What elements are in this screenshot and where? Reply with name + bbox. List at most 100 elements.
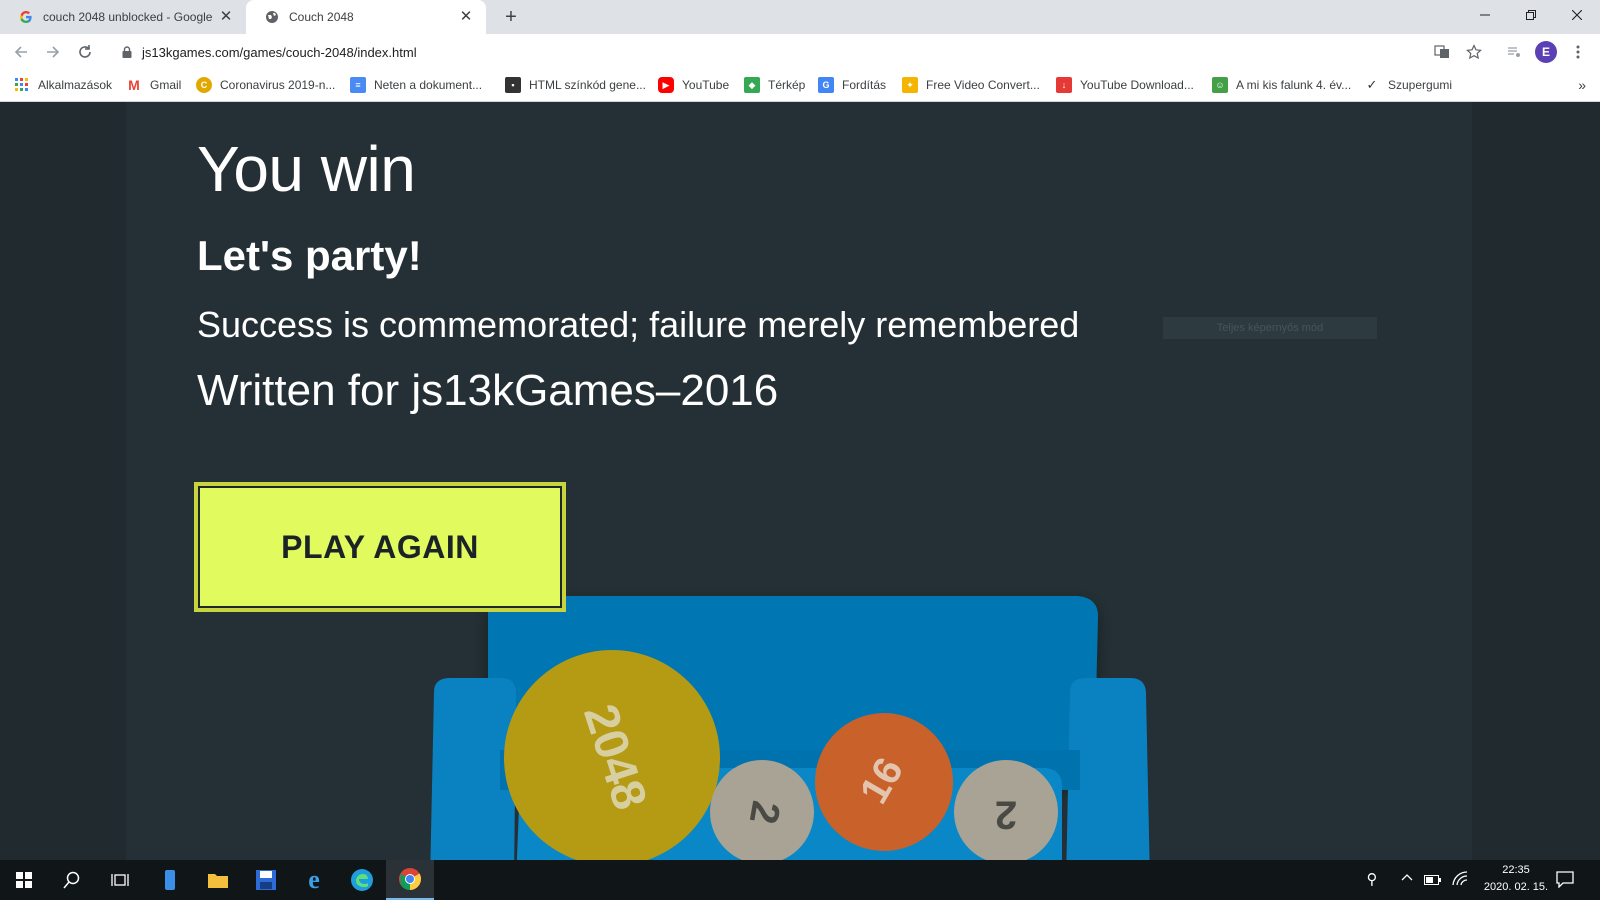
bookmark-label: Neten a dokument... <box>374 78 483 92</box>
profile-button[interactable]: E <box>1534 40 1558 64</box>
arrow-right-icon <box>47 46 60 58</box>
clock-time: 22:35 <box>1502 864 1530 876</box>
action-center-button[interactable] <box>1556 870 1580 890</box>
browser-menu-button[interactable] <box>1566 40 1590 64</box>
check-icon: ✓ <box>1366 77 1378 92</box>
credit-line: Written for js13kGames–2016 <box>197 366 779 415</box>
taskbar-app-ie[interactable]: e <box>290 860 338 900</box>
more-bookmarks-icon[interactable]: » <box>1578 77 1586 93</box>
minimize-icon <box>1480 14 1490 16</box>
ball-16: 16 <box>815 713 953 851</box>
clock-date: 2020. 02. 15. <box>1483 881 1549 893</box>
browser-toolbar: js13kgames.com/games/couch-2048/index.ht… <box>0 34 1600 70</box>
youtube-icon: ▶ <box>658 77 674 93</box>
phone-icon <box>165 870 175 890</box>
tab-title: couch 2048 unblocked - Google <box>43 10 213 24</box>
bookmark-label: Alkalmazások <box>38 78 113 92</box>
tab-couch-2048[interactable]: Couch 2048 ✕ <box>246 0 486 34</box>
notification-icon <box>1556 871 1574 889</box>
restore-window-button[interactable] <box>1508 0 1554 30</box>
ball-2: 2 <box>710 760 814 860</box>
task-view-icon <box>111 874 129 886</box>
bookmark-village[interactable]: ☺ A mi kis falunk 4. év... <box>1212 77 1351 93</box>
taskbar-app-edge[interactable] <box>338 860 386 900</box>
bookmark-label: A mi kis falunk 4. év... <box>1236 78 1352 92</box>
bookmark-maps[interactable]: ◆ Térkép <box>744 77 805 93</box>
star-icon <box>1466 44 1482 60</box>
reload-button[interactable] <box>72 39 98 65</box>
docs-icon: ≡ <box>350 77 366 93</box>
bookmark-apps[interactable]: Alkalmazások <box>14 77 112 93</box>
bookmark-label: Térkép <box>768 78 806 92</box>
taskbar-app-phone[interactable] <box>146 860 194 900</box>
chrome-icon <box>399 868 421 890</box>
translate-page-button[interactable] <box>1430 40 1454 64</box>
media-control-button[interactable] <box>1502 40 1526 64</box>
people-icon[interactable]: ⚲ <box>1362 870 1382 890</box>
play-again-label: PLAY AGAIN <box>198 486 562 608</box>
party-subtitle: Let's party! <box>197 232 422 279</box>
win-title: You win <box>197 133 416 205</box>
bookmark-coronavirus[interactable]: C Coronavirus 2019-n... <box>196 77 335 93</box>
close-tab-icon[interactable]: ✕ <box>458 9 474 25</box>
bookmark-label: HTML színkód gene... <box>529 78 646 92</box>
wifi-icon[interactable] <box>1452 871 1470 887</box>
download-icon: ↓ <box>1056 77 1072 93</box>
play-again-button[interactable]: PLAY AGAIN <box>194 482 566 612</box>
globe-icon <box>264 9 280 25</box>
playlist-icon <box>1508 47 1520 57</box>
ball-2: 2 <box>954 760 1058 860</box>
task-view-button[interactable] <box>96 860 144 900</box>
close-tab-icon[interactable]: ✕ <box>218 9 234 25</box>
internet-explorer-icon: e <box>308 865 320 894</box>
bookmark-video-converter[interactable]: ✦ Free Video Convert... <box>902 77 1040 93</box>
bookmark-label: YouTube Download... <box>1080 78 1194 92</box>
taskbar-app-chrome[interactable] <box>386 860 434 900</box>
taskbar-search-button[interactable] <box>48 860 96 900</box>
apps-grid-icon <box>14 77 30 93</box>
taskbar-app-explorer[interactable] <box>194 860 242 900</box>
folder-icon <box>208 874 228 888</box>
clock[interactable]: 22:35 2020. 02. 15. <box>1470 862 1562 898</box>
bookmark-szupergumi[interactable]: ✓ Szupergumi <box>1364 77 1452 93</box>
avatar: E <box>1535 41 1557 63</box>
new-tab-button[interactable]: + <box>500 6 522 28</box>
google-g-icon <box>18 9 34 25</box>
tab-google-search[interactable]: couch 2048 unblocked - Google ✕ <box>0 0 246 34</box>
start-button[interactable] <box>0 860 48 900</box>
bookmark-youtube-download[interactable]: ↓ YouTube Download... <box>1056 77 1194 93</box>
bookmark-label: Free Video Convert... <box>926 78 1040 92</box>
translate-icon <box>1434 45 1449 58</box>
windows-logo-icon <box>16 872 32 888</box>
bookmark-youtube[interactable]: ▶ YouTube <box>658 77 729 93</box>
bookmark-label: Fordítás <box>842 78 887 92</box>
show-hidden-icons-button[interactable] <box>1400 870 1416 890</box>
reload-icon <box>79 45 91 58</box>
back-button[interactable] <box>8 39 34 65</box>
bookmark-label: Szupergumi <box>1388 78 1453 92</box>
close-window-button[interactable] <box>1554 0 1600 30</box>
edge-icon <box>351 869 373 891</box>
forward-button[interactable] <box>40 39 66 65</box>
bookmark-translate[interactable]: G Fordítás <box>818 77 886 93</box>
search-icon <box>63 871 80 889</box>
bookmark-label: Coronavirus 2019-n... <box>220 78 336 92</box>
village-icon: ☺ <box>1212 77 1228 93</box>
video-convert-icon: ✦ <box>902 77 918 93</box>
bookmark-docs[interactable]: ≡ Neten a dokument... <box>350 77 482 93</box>
bookmark-gmail[interactable]: M Gmail <box>126 77 181 93</box>
bookmark-label: Gmail <box>150 78 182 92</box>
bookmark-star-button[interactable] <box>1462 40 1486 64</box>
address-bar[interactable]: js13kgames.com/games/couch-2048/index.ht… <box>110 37 1485 67</box>
chevron-up-icon <box>1401 874 1413 881</box>
fullscreen-tooltip: Teljes képernyős mód <box>1163 317 1377 339</box>
minimize-window-button[interactable] <box>1462 0 1508 30</box>
bookmark-html-color[interactable]: ▪ HTML színkód gene... <box>505 77 646 93</box>
url-text: js13kgames.com/games/couch-2048/index.ht… <box>142 44 417 60</box>
more-vert-icon <box>1576 45 1580 59</box>
taskbar-app-save[interactable] <box>242 860 290 900</box>
battery-icon[interactable] <box>1424 873 1442 885</box>
coronavirus-icon: C <box>196 77 212 93</box>
windows-taskbar: e ⚲ 22:35 2020. 02. 15. <box>0 860 1600 900</box>
html-icon: ▪ <box>505 77 521 93</box>
